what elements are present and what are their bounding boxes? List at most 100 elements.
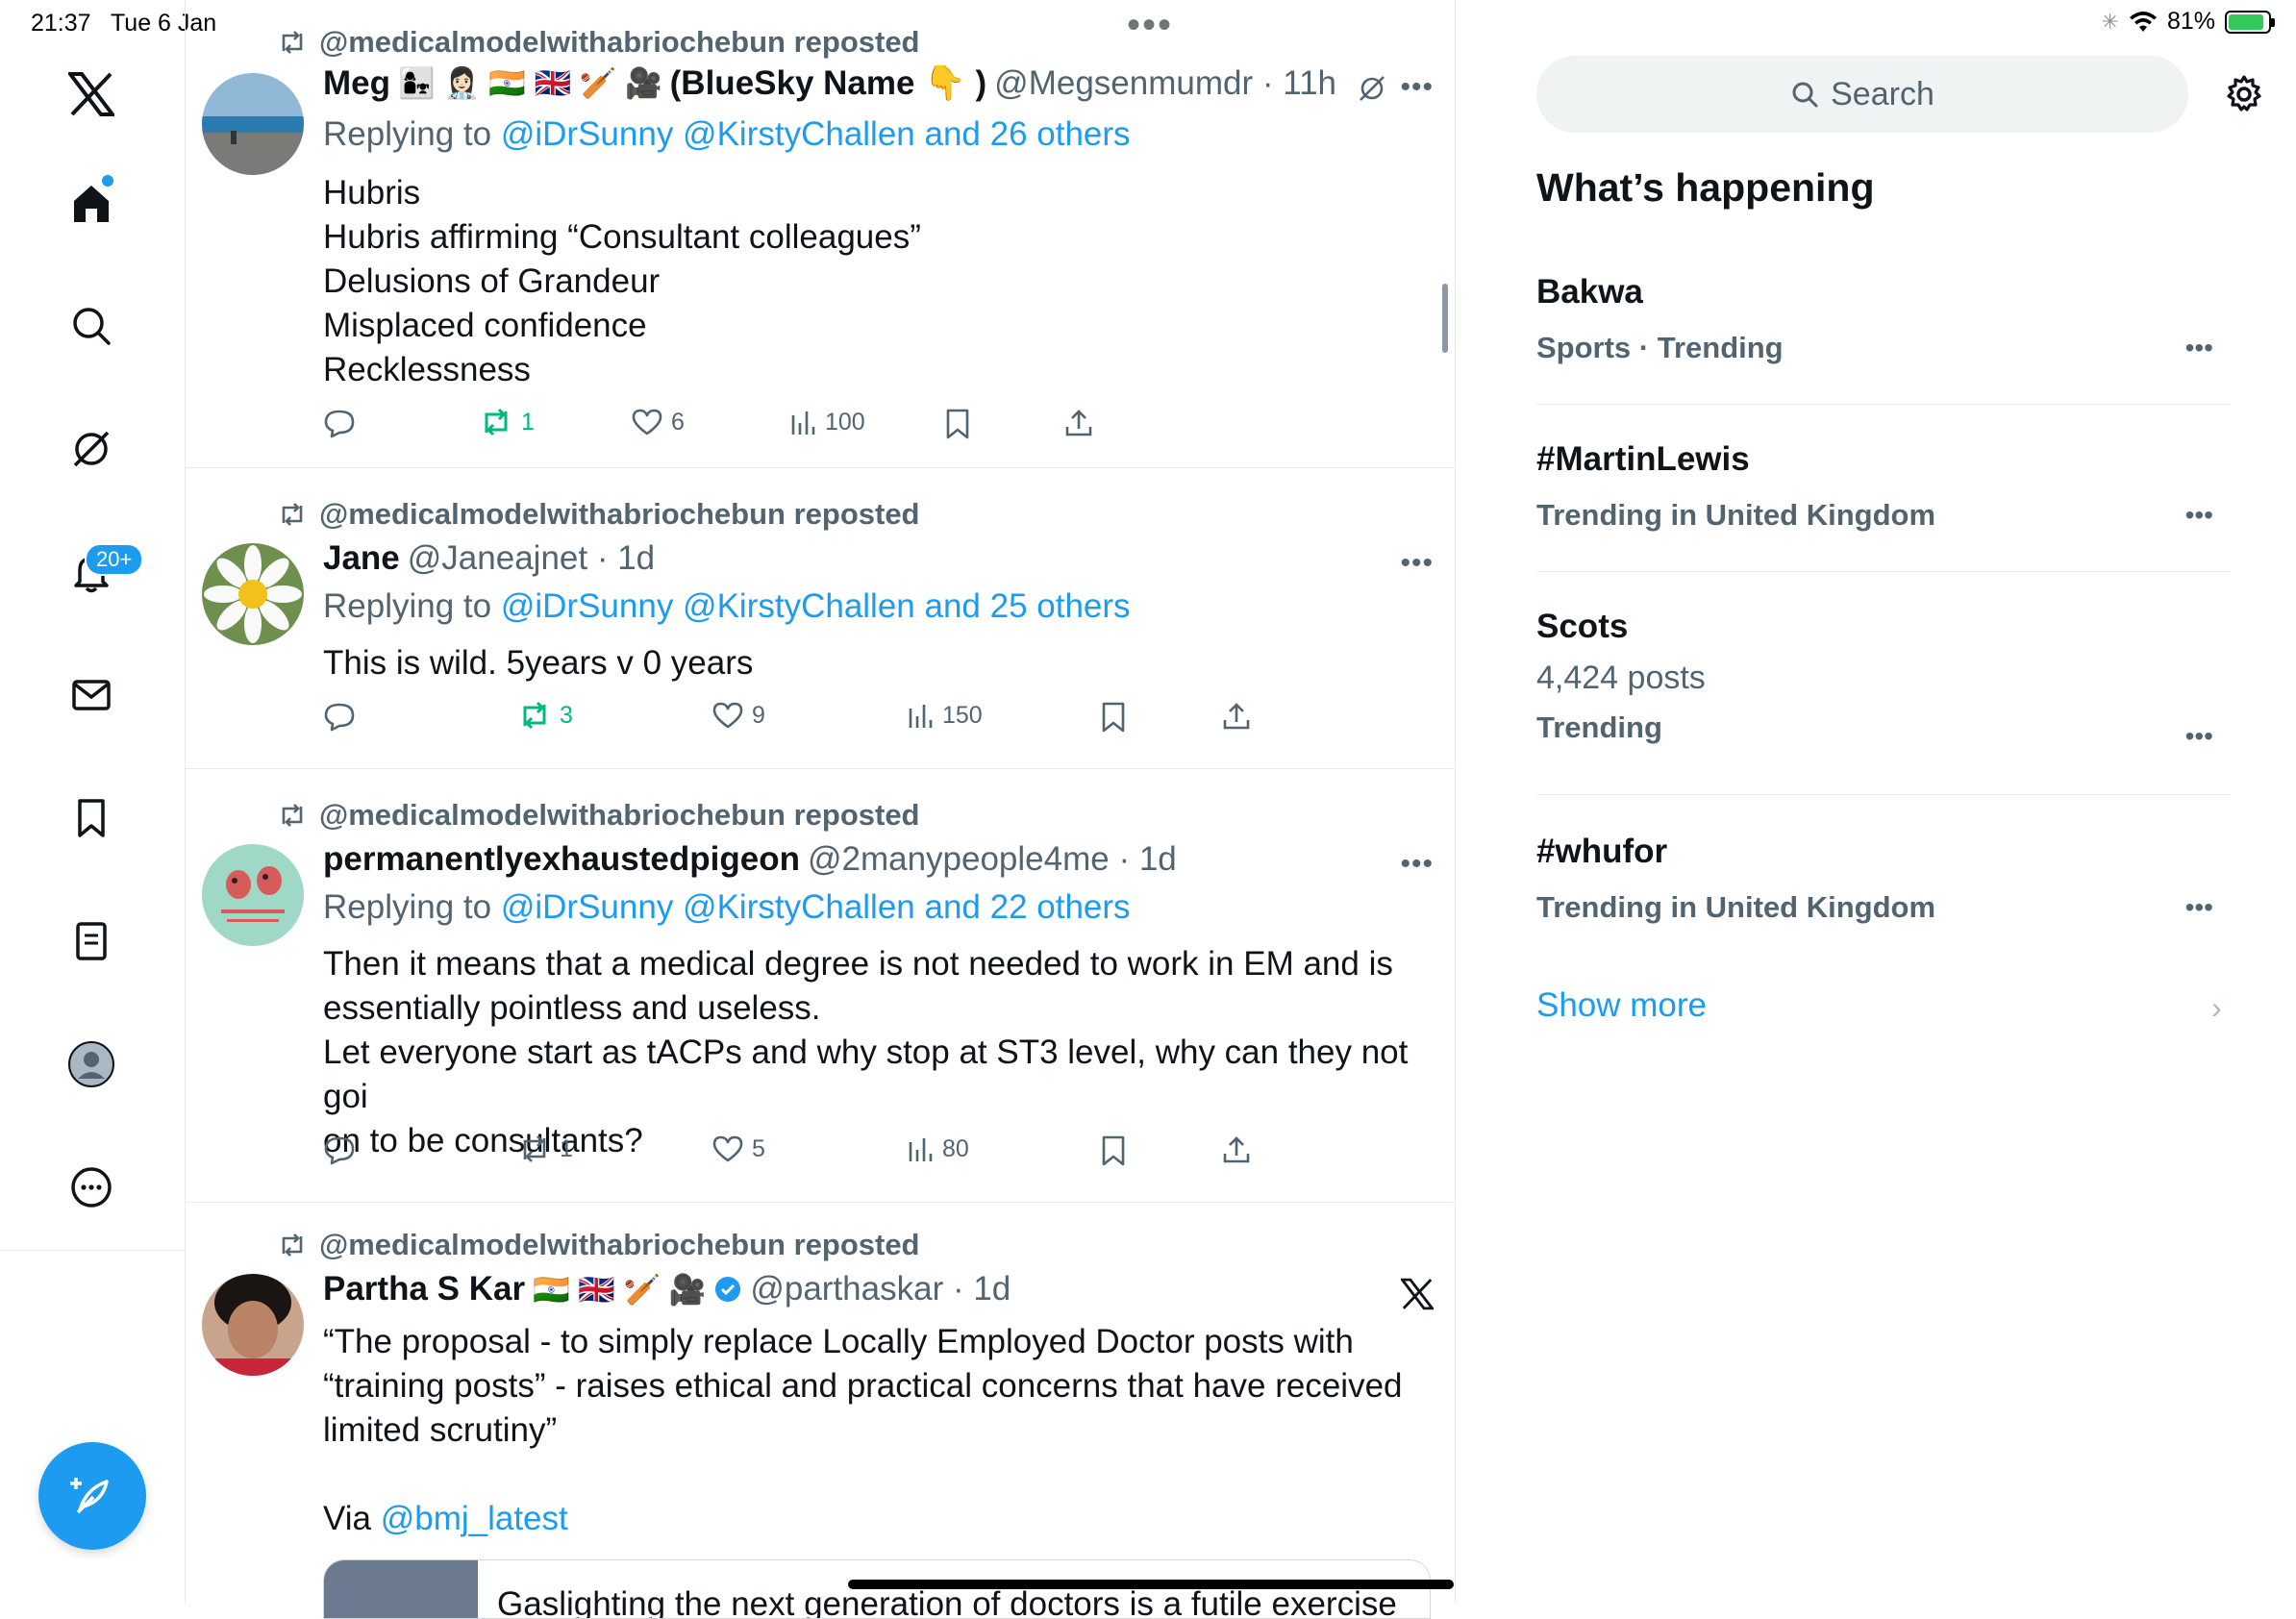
home-indicator[interactable] [848, 1580, 1454, 1589]
reply-button[interactable] [323, 701, 356, 732]
compose-button[interactable] [38, 1442, 146, 1550]
x-logo-small-icon[interactable] [1401, 1278, 1434, 1310]
heart-icon [712, 702, 743, 729]
display-name[interactable]: Partha S Kar [323, 1270, 525, 1308]
reply-mentions[interactable]: @iDrSunny @KirstyChallen and 26 others [501, 115, 1131, 153]
repost-small-icon [282, 804, 303, 827]
reply-icon [324, 703, 355, 732]
compose-feather-icon [70, 1478, 109, 1514]
like-button[interactable]: 6 [631, 408, 685, 436]
trend-divider [1536, 404, 2231, 405]
display-name[interactable]: Meg [323, 64, 390, 103]
chevron-right-icon: › [2211, 990, 2222, 1025]
link-card-thumbnail [324, 1560, 478, 1618]
share-button[interactable] [1221, 1134, 1252, 1165]
show-more-link[interactable]: Show more [1536, 986, 1707, 1025]
repost-small-icon [282, 31, 303, 54]
repost-icon [485, 408, 508, 436]
trend-more-icon[interactable]: ••• [2185, 333, 2213, 363]
bookmark-button[interactable] [1100, 1134, 1127, 1167]
more-icon[interactable] [58, 1154, 125, 1221]
post-line: “training posts” - raises ethical and pr… [323, 1367, 1403, 1405]
grok-explain-icon[interactable] [1357, 73, 1387, 104]
display-name[interactable]: Jane [323, 539, 400, 578]
reply-icon [324, 1136, 355, 1165]
post-line: Misplaced confidence [323, 307, 647, 344]
avatar[interactable] [202, 1274, 304, 1376]
reply-context: Replying to @iDrSunny @KirstyChallen and… [323, 888, 1131, 927]
repost-text: @medicalmodelwithabriochebun reposted [319, 25, 920, 59]
post-text: This is wild. 5years v 0 years [323, 641, 1429, 685]
profile-icon[interactable] [58, 1031, 125, 1098]
via-mention-link[interactable]: @bmj_latest [381, 1500, 568, 1537]
post-line: “The proposal - to simply replace Locall… [323, 1323, 1354, 1360]
like-button[interactable]: 9 [711, 701, 765, 730]
reply-mentions[interactable]: @iDrSunny @KirstyChallen and 22 others [501, 888, 1131, 926]
trend-more-icon[interactable]: ••• [2185, 500, 2213, 531]
share-icon [1223, 1136, 1250, 1163]
via-prefix: Via [323, 1500, 371, 1537]
trend-more-icon[interactable]: ••• [2185, 892, 2213, 923]
avatar[interactable] [202, 844, 304, 946]
post[interactable]: @medicalmodelwithabriochebun reposted Pa… [186, 1203, 1455, 1619]
handle-time[interactable]: @Megsenmumdr · 11h [994, 64, 1336, 103]
repost-text: @medicalmodelwithabriochebun reposted [319, 798, 920, 832]
share-icon [1223, 703, 1250, 730]
trend-post-count: 4,424 posts [1536, 660, 1706, 696]
trend-item[interactable]: #whufor Trending in United Kingdom ••• [1536, 833, 2229, 925]
handle-time[interactable]: @2manypeople4me · 1d [808, 840, 1177, 879]
x-logo-icon[interactable] [58, 61, 125, 128]
repost-button[interactable]: 3 [517, 701, 573, 730]
post[interactable]: @medicalmodelwithabriochebun reposted pe… [186, 769, 1455, 1202]
scroll-indicator[interactable] [1442, 284, 1448, 353]
settings-gear-icon[interactable] [2223, 73, 2265, 115]
avatar[interactable] [202, 73, 304, 175]
reply-mentions[interactable]: @iDrSunny @KirstyChallen and 25 others [501, 587, 1131, 625]
avatar[interactable] [202, 543, 304, 645]
trend-item[interactable]: Bakwa Sports · Trending ••• [1536, 273, 2229, 365]
bookmarks-icon[interactable] [58, 785, 125, 852]
views-button[interactable]: 100 [788, 408, 865, 436]
trend-item[interactable]: #MartinLewis Trending in United Kingdom … [1536, 440, 2229, 533]
bookmark-button[interactable] [944, 408, 971, 440]
views-count: 100 [825, 408, 865, 436]
handle-time[interactable]: @parthaskar · 1d [750, 1270, 1011, 1308]
reply-icon [324, 410, 355, 438]
views-icon [791, 411, 815, 435]
share-button[interactable] [1063, 408, 1094, 438]
bookmark-icon [1102, 702, 1125, 733]
post-line: limited scrutiny” [323, 1411, 558, 1449]
repost-button[interactable]: 1 [517, 1134, 573, 1163]
lists-icon[interactable] [58, 908, 125, 975]
like-count: 9 [752, 701, 765, 729]
display-name[interactable]: permanentlyexhaustedpigeon [323, 840, 800, 879]
post-more-icon[interactable]: ••• [1400, 547, 1434, 580]
views-icon [909, 1138, 933, 1161]
link-card[interactable]: Gaslighting the next generation of docto… [323, 1559, 1431, 1619]
trend-title: Scots [1536, 608, 1629, 645]
name-emojis: 🇮🇳 🇬🇧 🏏 🎥 [533, 1272, 707, 1307]
reply-button[interactable] [323, 408, 356, 438]
views-button[interactable]: 150 [906, 701, 983, 730]
grok-icon[interactable] [58, 415, 125, 483]
post[interactable]: @medicalmodelwithabriochebun reposted Me… [186, 0, 1455, 467]
reply-button[interactable] [323, 1134, 356, 1165]
share-button[interactable] [1221, 701, 1252, 732]
repost-button[interactable]: 1 [479, 408, 535, 436]
search-input[interactable]: Search [1536, 56, 2188, 133]
post[interactable]: @medicalmodelwithabriochebun reposted Ja… [186, 468, 1455, 768]
wifi-icon [2129, 11, 2157, 32]
messages-icon[interactable] [58, 661, 125, 729]
home-icon[interactable] [58, 169, 125, 237]
handle-time[interactable]: @Janeajnet · 1d [408, 539, 655, 578]
search-icon[interactable] [58, 292, 125, 360]
trend-item[interactable]: Scots 4,424 posts Trending ••• [1536, 608, 2229, 751]
battery-percent: 81% [2166, 8, 2215, 35]
like-button[interactable]: 5 [711, 1134, 765, 1163]
post-more-icon[interactable]: ••• [1400, 71, 1434, 104]
timeline[interactable]: @medicalmodelwithabriochebun reposted Me… [186, 0, 1455, 1619]
bookmark-button[interactable] [1100, 701, 1127, 734]
views-button[interactable]: 80 [906, 1134, 969, 1163]
trend-more-icon[interactable]: ••• [2185, 721, 2213, 752]
post-more-icon[interactable]: ••• [1400, 848, 1434, 881]
